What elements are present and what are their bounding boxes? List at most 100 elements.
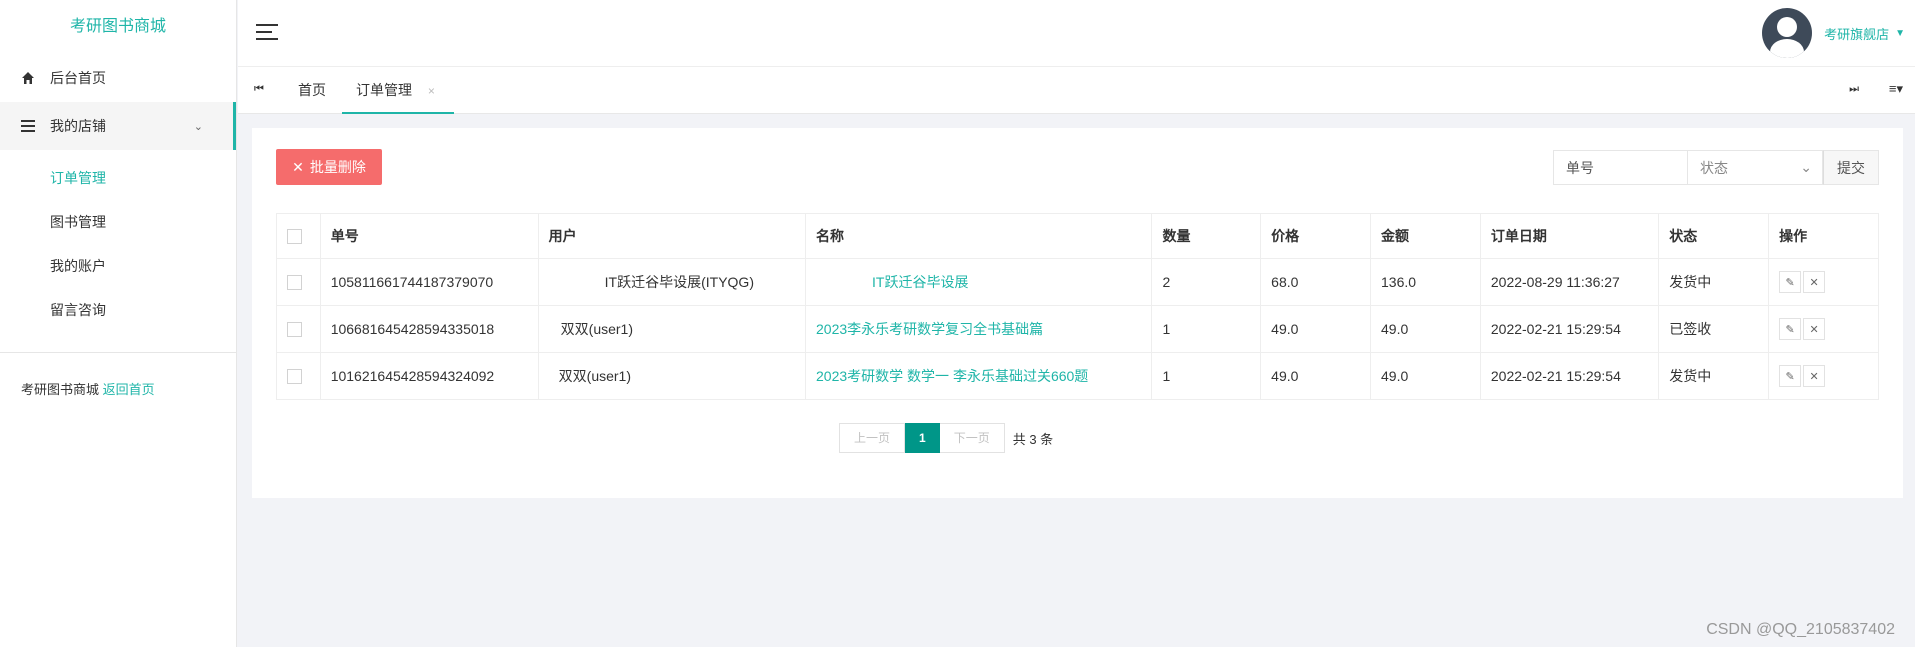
footer-text: 考研图书商城 bbox=[21, 382, 100, 397]
edit-icon[interactable]: ✎ bbox=[1779, 318, 1802, 340]
tab-label: 首页 bbox=[298, 82, 326, 98]
column-header: 用户 bbox=[537, 213, 807, 259]
row-checkbox[interactable] bbox=[287, 275, 302, 291]
sidebar-item-dashboard[interactable]: 后台首页 bbox=[0, 54, 236, 102]
user-name[interactable]: 考研旗舰店 bbox=[1824, 24, 1889, 43]
brand-title: 考研图书商城 bbox=[69, 18, 166, 35]
close-icon[interactable]: × bbox=[428, 84, 435, 98]
product-name-link[interactable]: IT跃迁谷毕设展 bbox=[805, 258, 1153, 306]
column-header: 单号 bbox=[319, 213, 539, 259]
sidebar-item-book-management[interactable]: 图书管理 bbox=[0, 200, 236, 244]
caret-down-icon[interactable]: ▼ bbox=[1895, 28, 1905, 39]
tab-scroll-left-icon[interactable]: ⏮ bbox=[254, 83, 264, 96]
tab-bar: ⏮ 首页 订单管理 × ⏭ ≡▾ bbox=[238, 67, 1915, 114]
amount-cell: 136.0 bbox=[1370, 258, 1481, 306]
orders-table: 单号 用户 名称 数量 价格 金额 订单日期 状态 操作 10581166174… bbox=[276, 213, 1879, 400]
actions-cell: ✎ ✕ bbox=[1768, 305, 1879, 353]
column-header: 金额 bbox=[1370, 213, 1481, 259]
chevron-down-icon: ⌄ bbox=[1800, 159, 1812, 175]
table-row: 101621645428594324092 双双(user1) 2023考研数学… bbox=[276, 352, 1879, 400]
watermark: CSDN @QQ_2105837402 bbox=[1706, 621, 1895, 638]
pagination: 上一页 1 下一页 共 3 条 bbox=[839, 423, 1053, 453]
select-all-checkbox[interactable] bbox=[287, 229, 302, 245]
table-row: 105811661744187379070 IT跃迁谷毕设展(ITYQG) IT… bbox=[276, 258, 1879, 306]
table-row: 106681645428594335018 双双(user1) 2023李永乐考… bbox=[276, 305, 1879, 353]
delete-icon[interactable]: ✕ bbox=[1803, 271, 1826, 293]
price-cell: 49.0 bbox=[1260, 352, 1372, 400]
sidebar-item-label: 后台首页 bbox=[50, 70, 106, 86]
quantity-cell: 1 bbox=[1151, 305, 1262, 353]
actions-cell: ✎ ✕ bbox=[1768, 258, 1879, 306]
sidebar-item-my-account[interactable]: 我的账户 bbox=[0, 244, 236, 288]
status-select-value: 状态 bbox=[1700, 159, 1728, 176]
sidebar-item-my-shop[interactable]: 我的店铺 ⌄ bbox=[0, 102, 236, 150]
order-date-cell: 2022-02-21 15:29:54 bbox=[1479, 305, 1660, 353]
edit-icon[interactable]: ✎ bbox=[1779, 365, 1802, 387]
tab-label: 订单管理 bbox=[356, 82, 412, 98]
product-name-link[interactable]: 2023李永乐考研数学复习全书基础篇 bbox=[805, 305, 1153, 353]
order-date-cell: 2022-08-29 11:36:27 bbox=[1479, 258, 1660, 306]
user-cell: 双双(user1) bbox=[537, 305, 807, 353]
hamburger-icon[interactable] bbox=[256, 24, 278, 42]
order-no-input[interactable] bbox=[1553, 150, 1688, 185]
sidebar-submenu: 订单管理 图书管理 我的账户 留言咨询 bbox=[0, 150, 236, 332]
sidebar-item-messages[interactable]: 留言咨询 bbox=[0, 288, 236, 332]
actions-cell: ✎ ✕ bbox=[1768, 352, 1879, 400]
delete-icon[interactable]: ✕ bbox=[1803, 365, 1826, 387]
tab-scroll-right-icon[interactable]: ⏭ bbox=[1849, 83, 1859, 96]
order-no-cell: 106681645428594335018 bbox=[319, 305, 539, 353]
batch-delete-button[interactable]: ✕ 批量删除 bbox=[276, 149, 382, 185]
sidebar-item-order-management[interactable]: 订单管理 bbox=[0, 156, 236, 200]
tab-order-management[interactable]: 订单管理 × bbox=[342, 67, 454, 114]
quantity-cell: 1 bbox=[1151, 352, 1262, 400]
menu-icon bbox=[20, 118, 36, 134]
product-name-link[interactable]: 2023考研数学 数学一 李永乐基础过关660题 bbox=[805, 352, 1153, 400]
delete-icon[interactable]: ✕ bbox=[1803, 318, 1826, 340]
user-cell: IT跃迁谷毕设展(ITYQG) bbox=[537, 258, 807, 306]
status-cell: 发货中 bbox=[1658, 352, 1770, 400]
column-header: 数量 bbox=[1151, 213, 1262, 259]
top-header: 考研旗舰店 ▼ bbox=[238, 0, 1915, 67]
row-checkbox[interactable] bbox=[287, 322, 302, 338]
status-cell: 已签收 bbox=[1658, 305, 1770, 353]
submit-button[interactable]: 提交 bbox=[1823, 150, 1879, 185]
order-date-cell: 2022-02-21 15:29:54 bbox=[1479, 352, 1660, 400]
column-header: 订单日期 bbox=[1479, 213, 1660, 259]
column-header: 状态 bbox=[1658, 213, 1770, 259]
user-menu[interactable]: 考研旗舰店 ▼ bbox=[1762, 8, 1905, 58]
row-checkbox[interactable] bbox=[287, 369, 302, 385]
sidebar: 考研图书商城 后台首页 我的店铺 ⌄ 订单管理 图书管理 我的账户 留言咨询 考… bbox=[0, 0, 237, 647]
price-cell: 49.0 bbox=[1260, 305, 1372, 353]
edit-icon[interactable]: ✎ bbox=[1779, 271, 1802, 293]
close-icon: ✕ bbox=[292, 158, 304, 175]
order-list-card: ✕ 批量删除 状态 ⌄ 提交 单号 用户 名称 数量 价格 金额 订单日期 bbox=[252, 128, 1903, 498]
sidebar-item-label: 我的店铺 bbox=[50, 118, 106, 134]
order-no-cell: 101621645428594324092 bbox=[319, 352, 539, 400]
table-header-row: 单号 用户 名称 数量 价格 金额 订单日期 状态 操作 bbox=[276, 213, 1879, 259]
price-cell: 68.0 bbox=[1260, 258, 1372, 306]
quantity-cell: 2 bbox=[1151, 258, 1262, 306]
sidebar-footer: 考研图书商城 返回首页 bbox=[0, 353, 236, 398]
prev-page-button[interactable]: 上一页 bbox=[839, 423, 906, 453]
search-form: 状态 ⌄ 提交 bbox=[1553, 150, 1879, 185]
column-header: 名称 bbox=[805, 213, 1153, 259]
column-header: 操作 bbox=[1768, 213, 1879, 259]
user-cell: 双双(user1) bbox=[537, 352, 807, 400]
amount-cell: 49.0 bbox=[1370, 305, 1481, 353]
column-header: 价格 bbox=[1260, 213, 1372, 259]
batch-delete-label: 批量删除 bbox=[309, 159, 366, 175]
back-home-link[interactable]: 返回首页 bbox=[103, 382, 155, 397]
amount-cell: 49.0 bbox=[1370, 352, 1481, 400]
status-cell: 发货中 bbox=[1658, 258, 1770, 306]
total-count: 共 3 条 bbox=[1012, 431, 1054, 447]
home-icon bbox=[20, 70, 36, 86]
tab-options-icon[interactable]: ≡▾ bbox=[1889, 81, 1903, 97]
current-page-button[interactable]: 1 bbox=[905, 423, 940, 453]
select-all-cell bbox=[276, 213, 321, 259]
status-select[interactable]: 状态 ⌄ bbox=[1688, 150, 1823, 185]
tab-home[interactable]: 首页 bbox=[298, 67, 326, 114]
chevron-down-icon: ⌄ bbox=[193, 120, 203, 133]
next-page-button[interactable]: 下一页 bbox=[939, 423, 1005, 453]
order-no-cell: 105811661744187379070 bbox=[319, 258, 539, 306]
avatar[interactable] bbox=[1762, 8, 1813, 58]
